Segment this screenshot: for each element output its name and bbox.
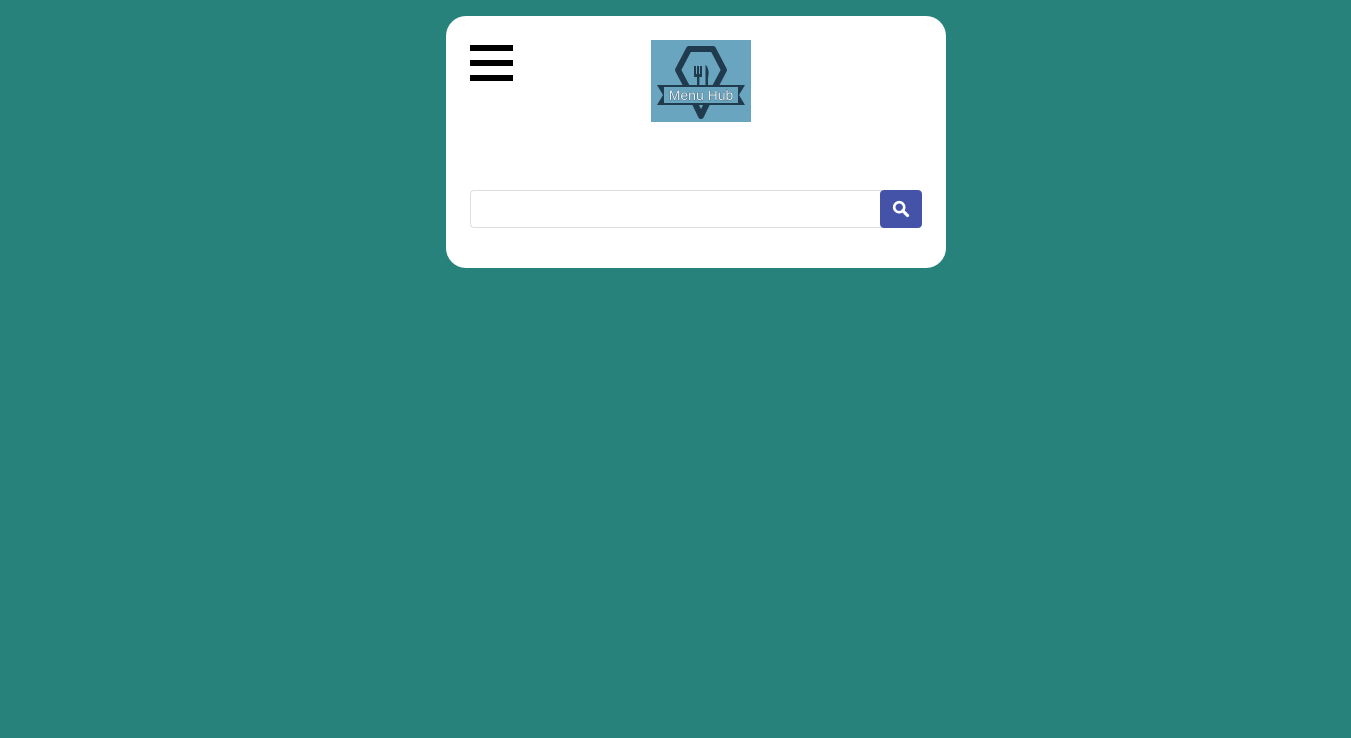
logo-text: Menu Hub (669, 87, 734, 103)
menu-hub-logo[interactable]: Menu Hub (651, 40, 751, 122)
search-icon (892, 200, 910, 218)
main-card: Menu Hub (446, 16, 946, 268)
search-input[interactable] (470, 190, 882, 228)
search-bar (470, 190, 922, 228)
fork-knife-hexagon-logo: Menu Hub (657, 46, 745, 119)
hamburger-menu-icon-bar (470, 75, 513, 81)
hamburger-menu-icon (470, 45, 513, 51)
search-button[interactable] (880, 190, 922, 228)
hamburger-menu-icon-bar (470, 60, 513, 66)
hamburger-menu-button[interactable] (470, 45, 513, 84)
